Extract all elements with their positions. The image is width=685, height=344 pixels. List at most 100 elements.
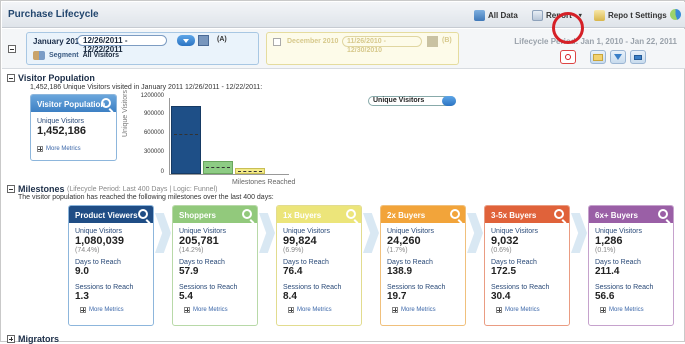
flow-arrow-icon bbox=[363, 213, 379, 253]
wrench-icon bbox=[594, 10, 605, 21]
search-icon[interactable] bbox=[658, 209, 668, 219]
days-label: Days to Reach bbox=[283, 259, 329, 266]
y-tick: 300000 bbox=[143, 149, 164, 155]
date-range-input[interactable]: 12/26/2011 - 12/22/2011 bbox=[77, 35, 167, 54]
print-button[interactable] bbox=[630, 50, 646, 64]
sessions-value: 5.4 bbox=[179, 291, 193, 302]
chart-bar-marker bbox=[238, 171, 262, 173]
analytics-panel: Purchase Lifecycle All Data Report ▾ Rep… bbox=[0, 0, 685, 344]
compare-checkbox[interactable] bbox=[273, 38, 281, 46]
segment-row[interactable]: Segment All Visitors bbox=[33, 51, 119, 60]
uv-value: 9,032 bbox=[491, 235, 519, 247]
search-icon[interactable] bbox=[450, 209, 460, 219]
segment-people-icon bbox=[33, 51, 45, 60]
y-tick: 600000 bbox=[143, 130, 164, 136]
uv-label: Unique Visitors bbox=[75, 228, 122, 235]
days-value: 76.4 bbox=[283, 266, 303, 277]
more-metrics-link[interactable]: More Metrics bbox=[491, 307, 563, 313]
refresh-icon[interactable] bbox=[670, 9, 681, 20]
more-metrics-link[interactable]: More Metrics bbox=[595, 307, 667, 313]
milestone-card: 1x Buyers Unique Visitors 99,824 (6.9%) … bbox=[276, 205, 362, 326]
flow-arrow-icon bbox=[155, 213, 171, 253]
uv-percent: (6.9%) bbox=[283, 247, 304, 254]
milestone-card: Shoppers Unique Visitors 205,781 (14.2%)… bbox=[172, 205, 258, 326]
visitor-population-subtitle: 1,452,186 Unique Visitors visited in Jan… bbox=[30, 84, 263, 91]
visitor-population-toggle[interactable] bbox=[7, 74, 15, 82]
report-icon bbox=[532, 10, 543, 21]
uv-percent: (74.4%) bbox=[75, 247, 100, 254]
milestone-card-header: Product Viewers bbox=[69, 206, 153, 223]
chart-x-axis bbox=[169, 174, 289, 175]
date-segment-bar: January 2011 12/26/2011 - 12/22/2011 (A)… bbox=[2, 29, 685, 69]
sessions-label: Sessions to Reach bbox=[491, 284, 550, 291]
visitor-population-heading: Visitor Population bbox=[18, 73, 95, 83]
more-metrics-link[interactable]: More Metrics bbox=[37, 146, 110, 152]
chart-bar[interactable] bbox=[171, 105, 201, 174]
compare-date-range[interactable]: 11/26/2010 - 12/30/2010 bbox=[342, 36, 422, 54]
expand-icon bbox=[392, 307, 398, 313]
migrators-heading: Migrators bbox=[18, 334, 60, 344]
date-range-dropdown[interactable] bbox=[177, 35, 195, 46]
printer-icon bbox=[634, 55, 642, 60]
milestones-chart: Unique Visitors 1200000 900000 600000 30… bbox=[122, 90, 304, 186]
uv-percent: (0.1%) bbox=[595, 247, 616, 254]
chart-bar-marker bbox=[174, 133, 198, 135]
search-icon[interactable] bbox=[554, 209, 564, 219]
card-header: Visitor Population bbox=[31, 95, 116, 112]
metric-select[interactable]: Unique Visitors bbox=[368, 96, 456, 106]
expand-icon bbox=[600, 307, 606, 313]
uv-value: 1,452,186 bbox=[37, 125, 86, 137]
compare-marker: (B) bbox=[442, 37, 452, 44]
search-icon[interactable] bbox=[242, 209, 252, 219]
segment-label: Segment bbox=[49, 52, 79, 59]
page-title: Purchase Lifecycle bbox=[8, 9, 99, 20]
days-value: 57.9 bbox=[179, 266, 199, 277]
expand-icon bbox=[37, 146, 43, 152]
more-metrics-link[interactable]: More Metrics bbox=[75, 307, 147, 313]
search-icon[interactable] bbox=[138, 209, 148, 219]
search-icon[interactable] bbox=[346, 209, 356, 219]
search-icon[interactable] bbox=[101, 98, 111, 108]
days-label: Days to Reach bbox=[179, 259, 225, 266]
report-settings-button[interactable]: Repo t Settings bbox=[594, 9, 667, 22]
milestone-card-header: 1x Buyers bbox=[277, 206, 361, 223]
compare-panel: December 2010 11/26/2010 - 12/30/2010 (B… bbox=[266, 32, 459, 65]
sessions-value: 19.7 bbox=[387, 291, 407, 302]
uv-label: Unique Visitors bbox=[491, 228, 538, 235]
milestone-card-header: Shoppers bbox=[173, 206, 257, 223]
segment-month: January 2011 bbox=[33, 37, 84, 46]
uv-label: Unique Visitors bbox=[37, 118, 84, 125]
highlight-circle bbox=[552, 12, 584, 44]
chart-bar-marker bbox=[206, 167, 230, 169]
more-metrics-link[interactable]: More Metrics bbox=[283, 307, 355, 313]
y-tick: 900000 bbox=[143, 111, 164, 117]
more-metrics-link[interactable]: More Metrics bbox=[387, 307, 459, 313]
flow-arrow-icon bbox=[571, 213, 587, 253]
uv-value: 1,286 bbox=[595, 235, 623, 247]
sessions-label: Sessions to Reach bbox=[179, 284, 238, 291]
sessions-label: Sessions to Reach bbox=[283, 284, 342, 291]
all-data-icon bbox=[474, 10, 485, 21]
envelope-icon bbox=[593, 54, 603, 61]
compare-calendar-icon[interactable] bbox=[427, 36, 438, 47]
milestones-toggle[interactable] bbox=[7, 185, 15, 193]
email-button[interactable] bbox=[590, 50, 606, 64]
record-icon bbox=[565, 54, 571, 60]
chart-bar[interactable] bbox=[235, 167, 265, 174]
more-metrics-link[interactable]: More Metrics bbox=[179, 307, 251, 313]
uv-label: Unique Visitors bbox=[179, 228, 226, 235]
record-button[interactable] bbox=[560, 50, 576, 64]
collapse-toggle[interactable] bbox=[8, 45, 16, 53]
chart-bar[interactable] bbox=[203, 160, 233, 174]
uv-label: Unique Visitors bbox=[283, 228, 330, 235]
sessions-value: 30.4 bbox=[491, 291, 511, 302]
chart-x-label: Milestones Reached bbox=[232, 179, 296, 186]
expand-icon bbox=[288, 307, 294, 313]
flow-arrow-icon bbox=[259, 213, 275, 253]
all-data-button[interactable]: All Data bbox=[474, 9, 518, 22]
download-button[interactable] bbox=[610, 50, 626, 64]
days-label: Days to Reach bbox=[387, 259, 433, 266]
calendar-icon[interactable] bbox=[198, 35, 209, 46]
uv-value: 24,260 bbox=[387, 235, 421, 247]
uv-value: 99,824 bbox=[283, 235, 317, 247]
